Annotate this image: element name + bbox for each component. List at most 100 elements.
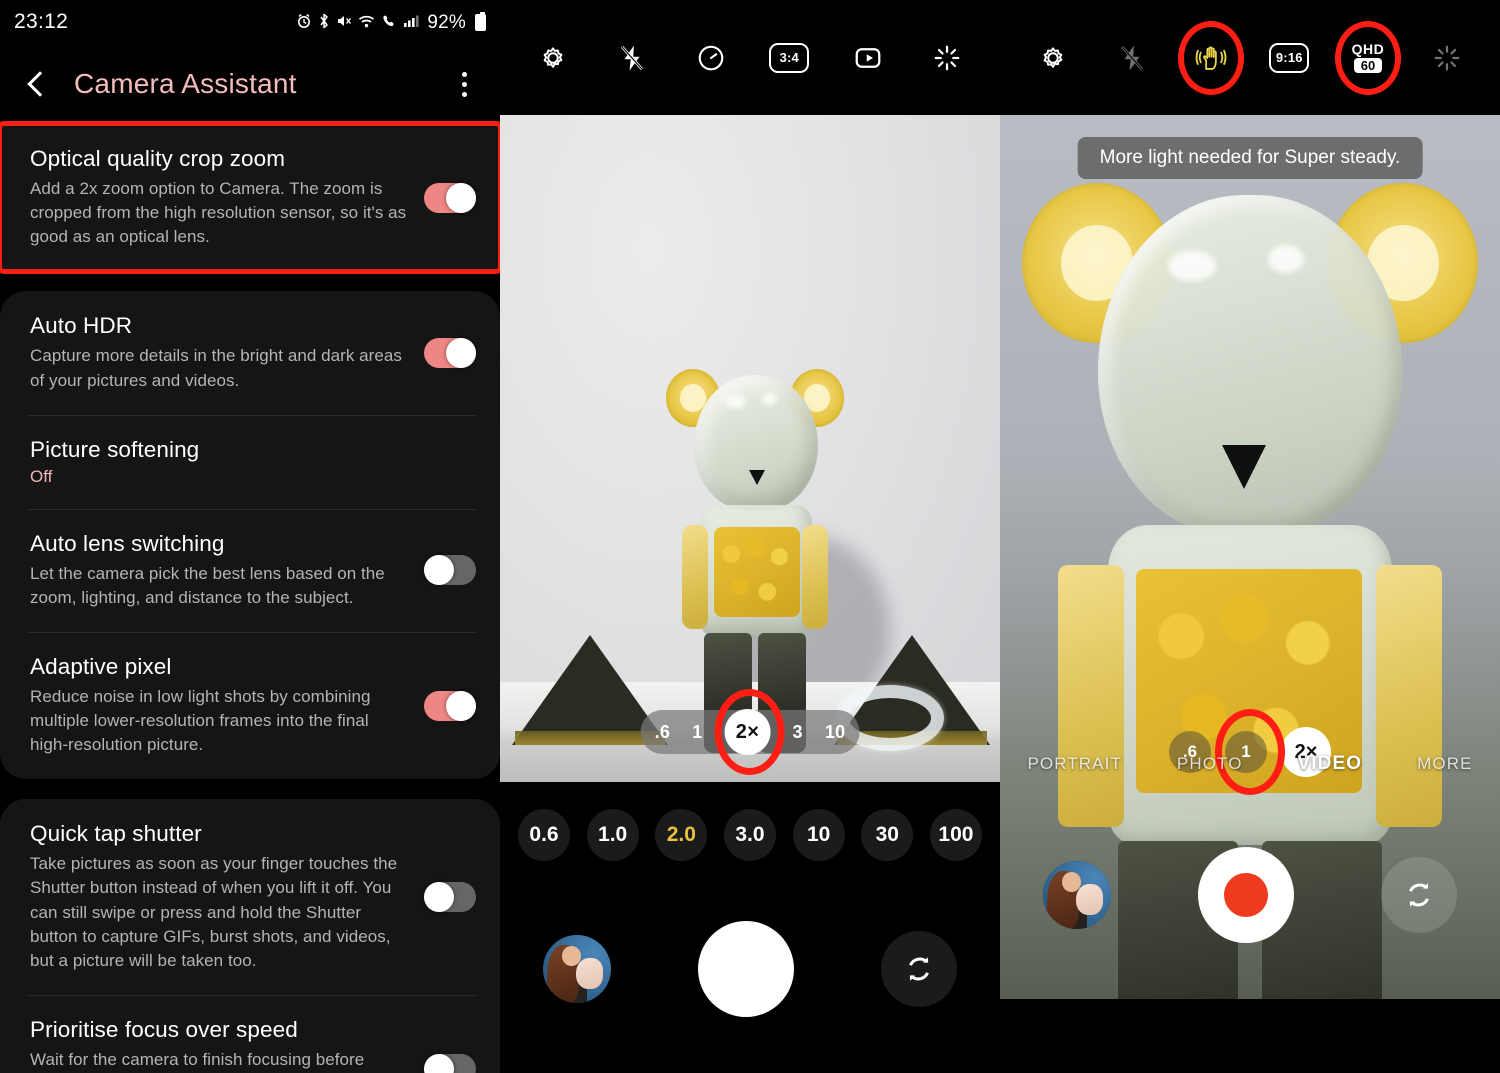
setting-description: Capture more details in the bright and d… [30,346,402,390]
toggle-auto-hdr[interactable] [424,338,476,368]
setting-description: Take pictures as soon as your finger tou… [30,854,398,970]
toggle-prioritise-focus-over-speed[interactable] [424,1053,476,1073]
zoom-chip-10[interactable]: 10 [792,809,845,861]
setting-description: Let the camera pick the best lens based … [30,563,385,607]
status-bar: 23:12 92% [0,0,500,44]
head-highlight [1268,245,1304,273]
setting-row-picture-softening[interactable]: Picture softening Off [0,414,500,509]
toggle-quick-tap-shutter[interactable] [424,882,476,913]
app-bar: Camera Assistant [0,44,500,124]
aspect-ratio-icon[interactable]: 9:16 [1267,36,1311,80]
setting-title: Quick tap shutter [30,821,202,847]
filter-effects-icon[interactable] [1425,36,1469,80]
aspect-ratio-label: 3:4 [769,42,810,73]
video-viewfinder[interactable]: More light needed for Super steady. .6 1 [1000,115,1500,999]
super-steady-icon[interactable] [1177,20,1244,95]
alarm-icon [296,13,312,32]
figure-head [1098,195,1402,535]
head-highlight [726,395,746,408]
zoom-option-2-selected[interactable]: 2× [715,689,785,775]
viewfinder-zoom-pill-photo[interactable]: .6 1 2× 3 10 [640,689,860,775]
video-resolution-badge[interactable]: QHD 60 [1334,20,1401,95]
camera-bottom-bar-video [1000,791,1500,999]
left-arm [682,525,708,629]
zoom-option-0[interactable]: .6 [655,722,671,743]
settings-group-image-quality: Auto HDR Capture more details in the bri… [0,291,500,780]
signal-icon [403,13,419,31]
setting-description: Add a 2x zoom option to Camera. The zoom… [30,179,407,247]
mute-icon [336,13,352,32]
zoom-chip-100[interactable]: 100 [929,809,982,861]
setting-title: Auto HDR [30,313,133,339]
settings-list: Optical quality crop zoom Add a 2x zoom … [0,120,500,1073]
aspect-ratio-icon[interactable]: 3:4 [767,36,811,80]
setting-text: Prioritise focus over speed Wait for the… [30,1017,424,1073]
tab-more[interactable]: MORE [1417,754,1472,774]
photo-viewfinder[interactable]: .6 1 2× 3 10 [500,115,1000,782]
torso-gears [714,527,800,617]
tab-video[interactable]: VIDEO [1298,753,1363,775]
toggle-adaptive-pixel[interactable] [424,690,476,721]
flash-off-icon[interactable] [1110,36,1154,80]
gallery-thumbnail[interactable] [543,935,612,1003]
setting-row-prioritise-focus-over-speed[interactable]: Prioritise focus over speed Wait for the… [0,994,500,1073]
setting-row-quick-tap-shutter[interactable]: Quick tap shutter Take pictures as soon … [0,799,500,995]
camera-photo-preview-panel: 3:4 .6 1 2× 3 10 0.6 1.0 2.0 3.0 10 30 1… [500,0,1000,1073]
zoom-chip-0.6[interactable]: 0.6 [518,809,570,861]
zoom-level-row: 0.6 1.0 2.0 3.0 10 30 100 [500,805,1000,865]
shutter-button[interactable] [697,921,794,1017]
filter-effects-icon[interactable] [925,36,969,80]
call-icon [381,13,397,32]
toggle-optical-quality-crop-zoom[interactable] [424,182,476,213]
settings-gear-icon[interactable] [531,36,575,80]
zoom-option-1[interactable]: 1 [692,722,702,743]
zoom-chip-3.0[interactable]: 3.0 [723,809,776,861]
setting-title: Adaptive pixel [30,653,172,679]
timer-icon[interactable] [689,36,733,80]
overflow-menu-button[interactable] [450,67,478,101]
bluetooth-icon [318,13,330,32]
zoom-option-3[interactable]: 3 [793,722,803,743]
flash-off-icon[interactable] [610,36,654,80]
switch-camera-button[interactable] [1380,857,1457,933]
resolution-label: QHD [1351,41,1385,57]
tab-photo[interactable]: PHOTO [1177,754,1243,774]
setting-text: Adaptive pixel Reduce noise in low light… [30,654,424,757]
zoom-option-4[interactable]: 10 [825,722,846,743]
camera-assistant-settings-panel: 23:12 92% Camera Assistant Optical quali… [0,0,500,1073]
setting-text: Picture softening Off [30,437,476,487]
aspect-ratio-label: 9:16 [1269,42,1310,73]
settings-gear-icon[interactable] [1031,36,1075,80]
tab-portrait[interactable]: PORTRAIT [1027,754,1121,774]
camera-top-toolbar-photo: 3:4 [500,0,1000,115]
battery-percent-label: 92% [427,11,466,33]
status-bar-icons: 92% [296,11,486,33]
settings-group-crop-zoom: Optical quality crop zoom Add a 2x zoom … [0,120,500,275]
status-bar-clock: 23:12 [14,10,69,33]
setting-title: Picture softening [30,436,200,462]
wifi-icon [358,13,375,32]
framerate-label: 60 [1353,58,1383,73]
setting-row-auto-hdr[interactable]: Auto HDR Capture more details in the bri… [0,291,500,414]
setting-text: Auto lens switching Let the camera pick … [30,531,424,610]
head-highlight [762,393,777,405]
settings-group-shutter: Quick tap shutter Take pictures as soon … [0,799,500,1073]
zoom-chip-1.0[interactable]: 1.0 [586,809,639,861]
record-button[interactable] [1197,847,1294,943]
camera-video-preview-panel: 9:16 QHD 60 More light needed for Super … [1000,0,1500,1073]
toggle-auto-lens-switching[interactable] [424,555,476,586]
bearbrick-figure [660,345,850,765]
motion-photo-icon[interactable] [846,36,890,80]
zoom-chip-2.0[interactable]: 2.0 [655,809,708,861]
resolution-badge-content: QHD 60 [1352,42,1385,73]
setting-row-optical-quality-crop-zoom[interactable]: Optical quality crop zoom Add a 2x zoom … [0,124,500,271]
setting-row-auto-lens-switching[interactable]: Auto lens switching Let the camera pick … [0,508,500,632]
setting-row-adaptive-pixel[interactable]: Adaptive pixel Reduce noise in low light… [0,631,500,779]
zoom-chip-30[interactable]: 30 [861,809,914,861]
switch-camera-button[interactable] [880,931,957,1007]
gallery-thumbnail[interactable] [1043,861,1112,929]
battery-icon [475,11,486,31]
camera-mode-tabs: PORTRAIT PHOTO VIDEO MORE [1000,737,1500,791]
back-button[interactable] [22,69,52,99]
setting-current-value: Off [30,466,53,486]
